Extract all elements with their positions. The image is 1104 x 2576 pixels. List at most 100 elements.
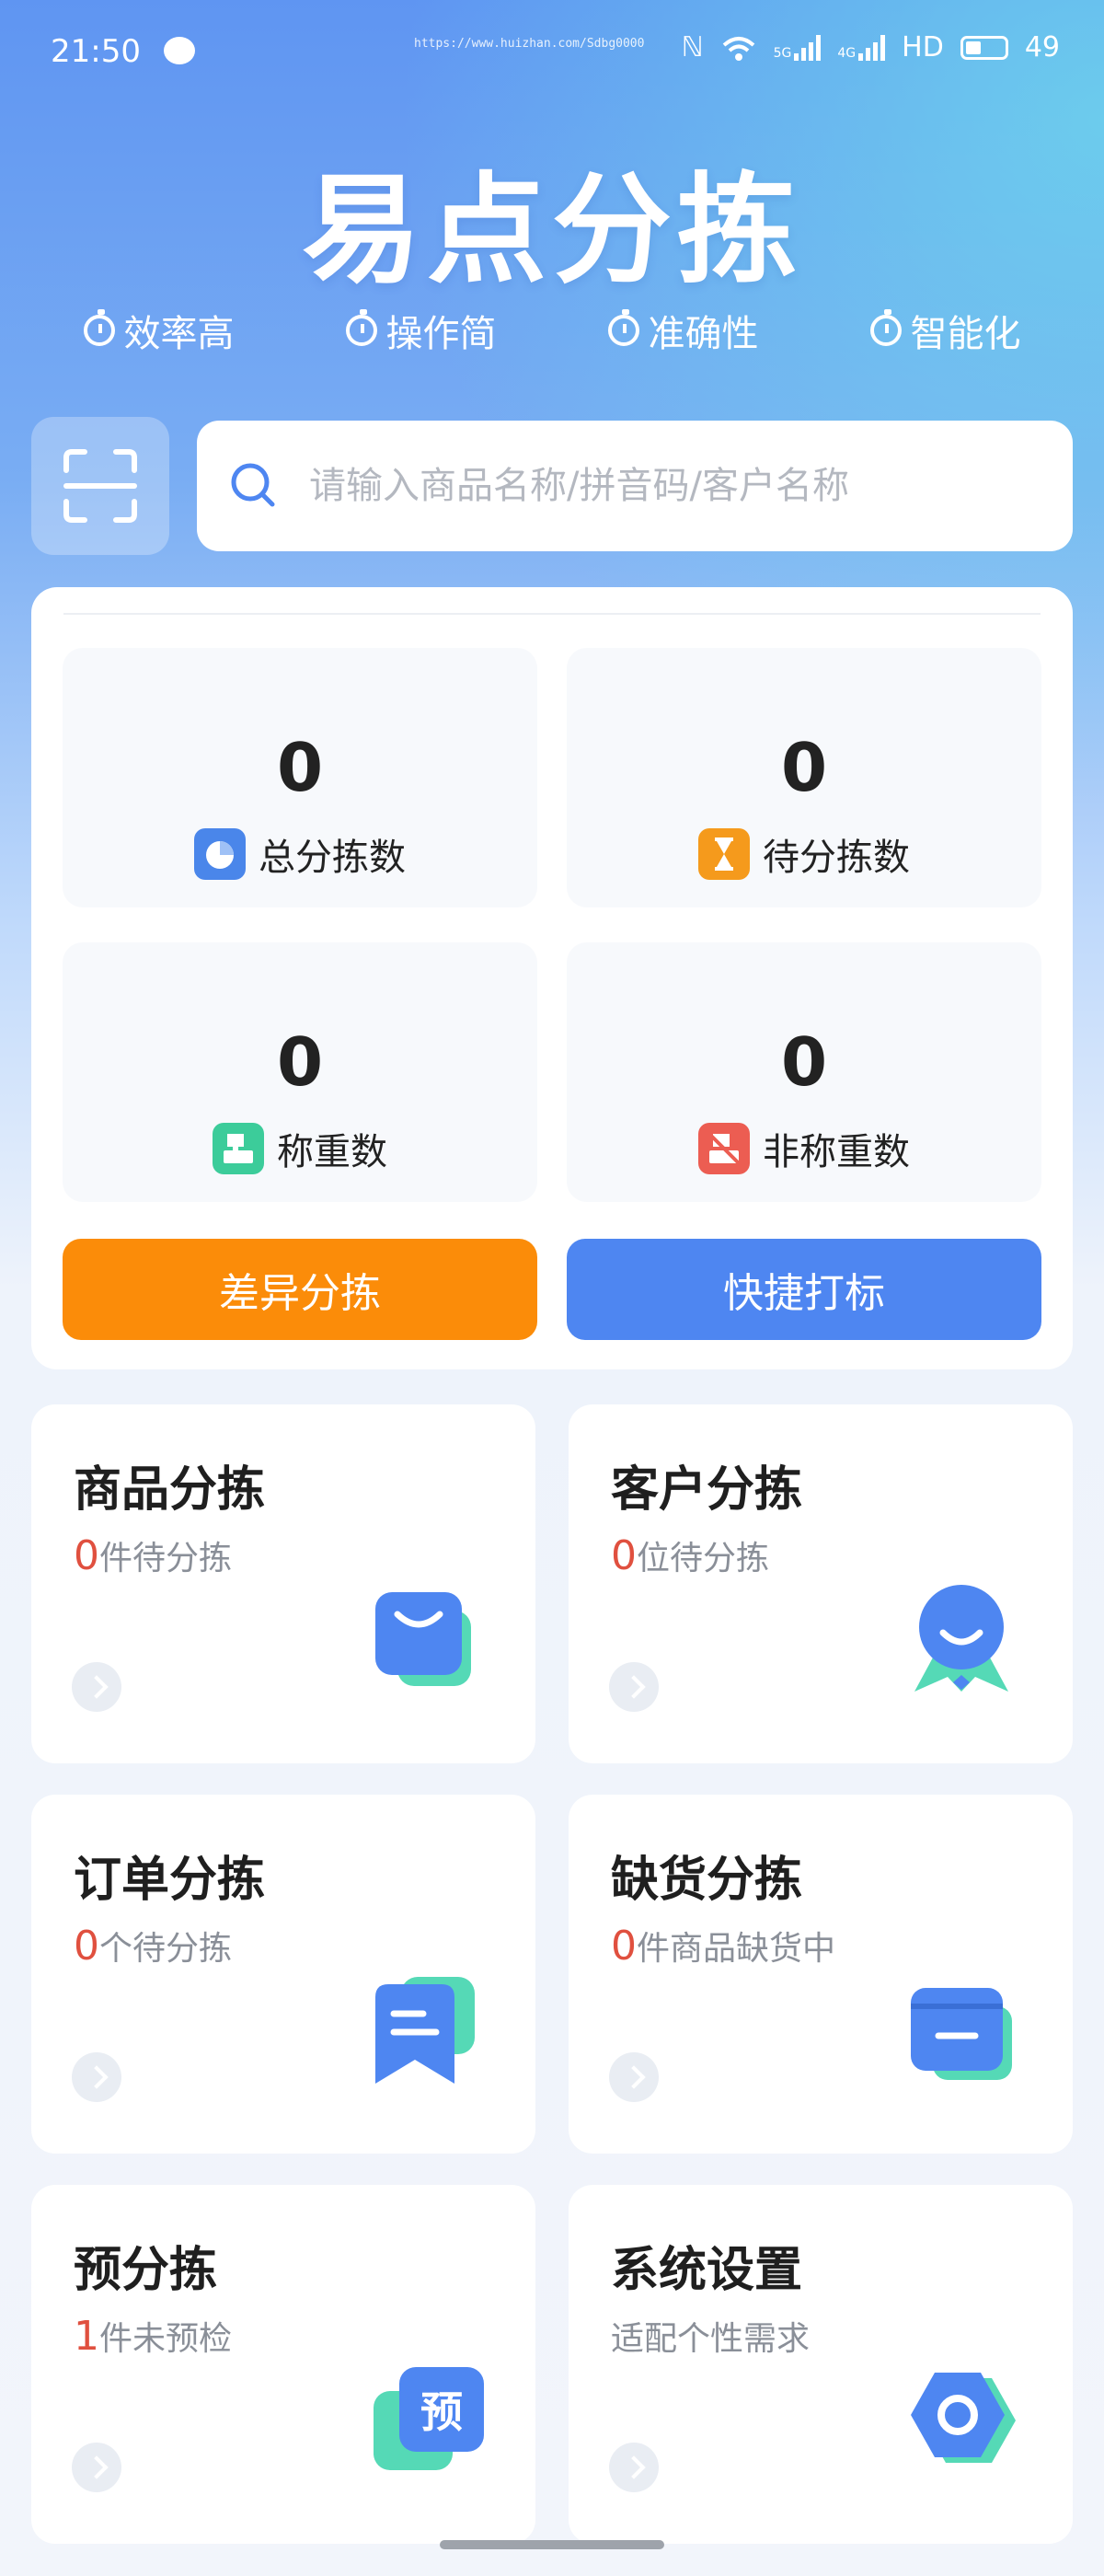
- module-count: 0: [74, 1923, 99, 1970]
- arrow-right-icon[interactable]: [72, 1662, 121, 1712]
- stat-label-row: 称重数: [63, 1122, 537, 1175]
- module-count: 0: [74, 1532, 99, 1579]
- feature-item: 操作简: [345, 304, 497, 357]
- module-suffix: 位待分拣: [637, 1540, 770, 1577]
- search-bar[interactable]: [197, 421, 1073, 551]
- stat-label-row: 非称重数: [567, 1122, 1041, 1175]
- arrow-right-icon[interactable]: [609, 2443, 659, 2492]
- stat-label: 称重数: [277, 1131, 387, 1173]
- divider: [63, 613, 1041, 615]
- feature-list: 效率高 操作简 准确性 智能化: [0, 304, 1104, 357]
- signal-5g-icon: 5G: [773, 34, 822, 61]
- module-order-sort[interactable]: 订单分拣 0个待分拣: [31, 1795, 535, 2154]
- box-icon: [911, 1988, 1012, 2080]
- module-subtitle: 0件商品缺货中: [611, 1922, 835, 1970]
- module-title: 系统设置: [611, 2243, 803, 2298]
- hourglass-icon: [698, 828, 750, 880]
- stopwatch-icon: [869, 309, 902, 346]
- stat-value: 0: [780, 729, 828, 806]
- module-customer-sort[interactable]: 客户分拣 0位待分拣: [569, 1404, 1073, 1763]
- wifi-icon: [722, 36, 754, 61]
- module-count: 0: [611, 1532, 637, 1579]
- feature-label: 效率高: [123, 313, 235, 355]
- battery-level: 49: [1024, 31, 1060, 64]
- search-icon: [231, 463, 275, 507]
- feature-item: 效率高: [83, 304, 235, 357]
- module-suffix: 适配个性需求: [611, 2320, 811, 2358]
- feature-label: 操作简: [385, 313, 497, 355]
- network-5g-label: 5G: [773, 45, 792, 61]
- stats-card: 0 总分拣数 0 待分拣数 0 称重数 0 非称重数 差异分拣 快捷打标: [31, 587, 1073, 1369]
- battery-icon: [960, 35, 1008, 60]
- pre-sort-icon-text: 预: [399, 2367, 484, 2452]
- status-icons: ℕ 5G 4G HD 49: [682, 31, 1060, 64]
- quick-label-button[interactable]: 快捷打标: [567, 1239, 1041, 1340]
- customer-icon: [914, 1585, 1008, 1692]
- arrow-right-icon[interactable]: [72, 2443, 121, 2492]
- module-title: 商品分拣: [74, 1462, 266, 1518]
- stat-label-row: 总分拣数: [63, 827, 537, 881]
- stat-non-weighed[interactable]: 0 非称重数: [567, 942, 1041, 1202]
- stopwatch-icon: [83, 309, 115, 346]
- pre-sort-icon: 预: [364, 2360, 484, 2479]
- module-settings[interactable]: 系统设置 适配个性需求: [569, 2185, 1073, 2544]
- feature-label: 准确性: [648, 313, 759, 355]
- pie-chart-icon: [194, 828, 246, 880]
- nfc-icon: ℕ: [681, 31, 704, 64]
- message-icon: [164, 37, 195, 64]
- settings-icon: [911, 2373, 1016, 2463]
- stopwatch-icon: [607, 309, 639, 346]
- module-product-sort[interactable]: 商品分拣 0件待分拣: [31, 1404, 535, 1763]
- stat-label: 总分拣数: [259, 837, 406, 879]
- status-bar: 21:50 https://www.huizhan.com/Sdbg0000 ℕ…: [0, 0, 1104, 101]
- no-scale-icon: [698, 1123, 750, 1174]
- module-title: 订单分拣: [74, 1853, 266, 1908]
- status-time: 21:50: [51, 33, 141, 70]
- search-input[interactable]: [307, 464, 1010, 508]
- module-subtitle: 适配个性需求: [611, 2312, 810, 2360]
- module-suffix: 件待分拣: [99, 1540, 233, 1577]
- module-title: 预分拣: [74, 2243, 218, 2298]
- diff-sort-button[interactable]: 差异分拣: [63, 1239, 537, 1340]
- status-url: https://www.huizhan.com/Sdbg0000: [414, 37, 645, 51]
- module-suffix: 个待分拣: [99, 1930, 233, 1968]
- stat-value: 0: [276, 1023, 324, 1101]
- stat-pending[interactable]: 0 待分拣数: [567, 648, 1041, 907]
- stopwatch-icon: [345, 309, 377, 346]
- scan-button[interactable]: [31, 417, 169, 555]
- home-indicator[interactable]: [440, 2540, 664, 2549]
- stat-label-row: 待分拣数: [567, 827, 1041, 881]
- scale-icon: [213, 1123, 264, 1174]
- module-subtitle: 1件未预检: [74, 2312, 232, 2360]
- module-count: 0: [611, 1923, 637, 1970]
- module-title: 缺货分拣: [611, 1853, 803, 1908]
- module-suffix: 件商品缺货中: [637, 1930, 836, 1968]
- feature-item: 准确性: [607, 304, 759, 357]
- signal-4g-icon: 4G: [837, 34, 886, 61]
- module-subtitle: 0位待分拣: [611, 1531, 769, 1579]
- order-icon: [375, 1977, 475, 2084]
- module-subtitle: 0个待分拣: [74, 1922, 232, 1970]
- app-logo: 易点分拣: [301, 160, 802, 300]
- module-title: 客户分拣: [611, 1462, 803, 1518]
- arrow-right-icon[interactable]: [609, 1662, 659, 1712]
- arrow-right-icon[interactable]: [72, 2052, 121, 2102]
- network-4g-label: 4G: [837, 45, 857, 61]
- stat-label: 非称重数: [763, 1131, 910, 1173]
- arrow-right-icon[interactable]: [609, 2052, 659, 2102]
- hd-label: HD: [902, 31, 944, 64]
- module-suffix: 件未预检: [99, 2320, 233, 2358]
- stat-value: 0: [276, 729, 324, 806]
- module-pre-sort[interactable]: 预分拣 1件未预检 预: [31, 2185, 535, 2544]
- shopping-bag-icon: [375, 1592, 471, 1686]
- module-count: 1: [74, 2313, 99, 2360]
- stat-total[interactable]: 0 总分拣数: [63, 648, 537, 907]
- scan-icon: [63, 449, 137, 523]
- stat-value: 0: [780, 1023, 828, 1101]
- stat-weighed[interactable]: 0 称重数: [63, 942, 537, 1202]
- feature-item: 智能化: [869, 304, 1021, 357]
- feature-label: 智能化: [910, 313, 1021, 355]
- stat-label: 待分拣数: [763, 837, 910, 879]
- module-stockout-sort[interactable]: 缺货分拣 0件商品缺货中: [569, 1795, 1073, 2154]
- module-subtitle: 0件待分拣: [74, 1531, 232, 1579]
